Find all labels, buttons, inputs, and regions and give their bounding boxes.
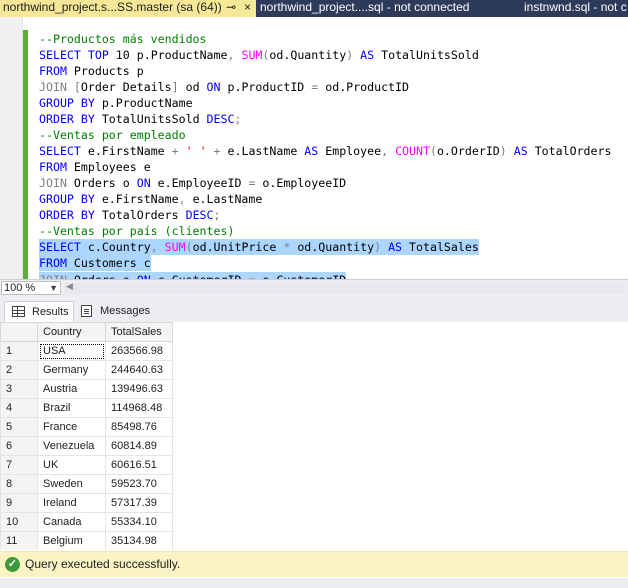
row-number[interactable]: 2 — [0, 360, 38, 380]
cell-totalsales[interactable]: 55334.10 — [105, 512, 173, 532]
code-line: FROM Products p — [39, 64, 144, 78]
table-row[interactable]: 9 Ireland 57317.39 — [0, 493, 173, 513]
results-table: Country TotalSales 1 USA 263566.98 2 German… — [0, 322, 173, 550]
row-number[interactable]: 5 — [0, 417, 38, 437]
tab-label: northwind_project....sql - not connected — [260, 0, 470, 14]
code-area[interactable]: --Productos más vendidos SELECT TOP 10 p… — [39, 31, 611, 279]
code-line: SELECT e.FirstName + ' ' + e.LastName AS… — [39, 144, 612, 158]
code-line: ORDER BY TotalUnitsSold DESC; — [39, 112, 242, 126]
code-line: --Ventas por país (clientes) — [39, 224, 235, 238]
table-row[interactable]: 8 Sweden 59523.70 — [0, 474, 173, 494]
messages-icon — [81, 305, 92, 317]
tab-results[interactable]: Results — [4, 301, 74, 322]
tab-instnwnd[interactable]: instnwnd.sql - not c — [516, 0, 628, 17]
tab-northwind-project-not-connected[interactable]: northwind_project....sql - not connected — [256, 0, 516, 17]
scroll-left-icon[interactable]: ◀ — [66, 281, 73, 292]
code-line: GROUP BY p.ProductName — [39, 96, 193, 110]
row-number[interactable]: 1 — [0, 341, 38, 361]
close-icon[interactable]: × — [244, 0, 251, 15]
cell-country[interactable]: Venezuela — [37, 436, 106, 456]
table-row[interactable]: 7 UK 60616.51 — [0, 455, 173, 475]
code-line: FROM Employees e — [39, 160, 151, 174]
tab-label: northwind_project.s...SS.master (sa (64)… — [3, 0, 222, 14]
cell-country[interactable]: Ireland — [37, 493, 106, 513]
row-number[interactable]: 9 — [0, 493, 38, 513]
row-number[interactable]: 3 — [0, 379, 38, 399]
table-row[interactable]: 3 Austria 139496.63 — [0, 379, 173, 399]
cell-country[interactable]: UK — [37, 455, 106, 475]
column-header-totalsales[interactable]: TotalSales — [105, 322, 173, 342]
cell-country[interactable]: USA — [37, 341, 106, 361]
tab-messages[interactable]: Messages — [78, 301, 154, 322]
code-line: JOIN Orders o ON e.EmployeeID = o.Employ… — [39, 176, 347, 190]
cell-country[interactable]: Germany — [37, 360, 106, 380]
cell-country[interactable]: Brazil — [37, 398, 106, 418]
code-line-selected: SELECT c.Country, SUM(od.UnitPrice * od.… — [39, 239, 479, 255]
document-tab-bar: northwind_project.s...SS.master (sa (64)… — [0, 0, 628, 17]
tab-northwind-project-master[interactable]: northwind_project.s...SS.master (sa (64)… — [0, 0, 256, 17]
cell-totalsales[interactable]: 59523.70 — [105, 474, 173, 494]
row-number-header[interactable] — [0, 322, 38, 342]
cell-totalsales[interactable]: 85498.76 — [105, 417, 173, 437]
table-row[interactable]: 1 USA 263566.98 — [0, 341, 173, 361]
grid-icon — [12, 306, 25, 317]
horizontal-scrollbar[interactable]: ◀ — [64, 281, 624, 294]
row-number[interactable]: 8 — [0, 474, 38, 494]
bottom-strip — [0, 578, 628, 588]
table-row[interactable]: 11 Belgium 35134.98 — [0, 531, 173, 550]
table-row[interactable]: 6 Venezuela 60814.89 — [0, 436, 173, 456]
cell-totalsales[interactable]: 263566.98 — [105, 341, 173, 361]
code-line: SELECT TOP 10 p.ProductName, SUM(od.Quan… — [39, 48, 479, 62]
code-line: --Productos más vendidos — [39, 32, 207, 46]
table-row[interactable]: 5 France 85498.76 — [0, 417, 173, 437]
query-editor[interactable]: --Productos más vendidos SELECT TOP 10 p… — [0, 17, 628, 279]
check-circle-icon: ✓ — [5, 557, 20, 572]
row-number[interactable]: 7 — [0, 455, 38, 475]
editor-zoom-bar: 100 % ▼ ◀ — [0, 279, 628, 296]
code-line: JOIN [Order Details] od ON p.ProductID =… — [39, 80, 409, 94]
results-grid[interactable]: Country TotalSales 1 USA 263566.98 2 German… — [0, 322, 628, 550]
results-tab-bar: Results Messages — [0, 296, 628, 322]
column-header-country[interactable]: Country — [37, 322, 106, 342]
code-line: GROUP BY e.FirstName, e.LastName — [39, 192, 263, 206]
code-line-selected: FROM Customers c — [39, 255, 151, 271]
pin-icon[interactable]: ⊸ — [226, 0, 236, 15]
code-line: ORDER BY TotalOrders DESC; — [39, 208, 221, 222]
cell-totalsales[interactable]: 139496.63 — [105, 379, 173, 399]
cell-totalsales[interactable]: 244640.63 — [105, 360, 173, 380]
cell-country[interactable]: Sweden — [37, 474, 106, 494]
code-line-selected: JOIN Orders o ON c.CustomerID = o.Custom… — [39, 272, 347, 279]
cell-country[interactable]: Canada — [37, 512, 106, 532]
query-status-bar: ✓ Query executed successfully. — [0, 551, 628, 577]
cell-totalsales[interactable]: 60814.89 — [105, 436, 173, 456]
table-header-row: Country TotalSales — [0, 322, 173, 342]
table-row[interactable]: 10 Canada 55334.10 — [0, 512, 173, 532]
table-row[interactable]: 4 Brazil 114968.48 — [0, 398, 173, 418]
zoom-select[interactable]: 100 % ▼ — [1, 281, 61, 295]
row-number[interactable]: 4 — [0, 398, 38, 418]
table-row[interactable]: 2 Germany 244640.63 — [0, 360, 173, 380]
tab-messages-label: Messages — [100, 305, 151, 317]
zoom-value: 100 % — [4, 282, 36, 294]
cell-totalsales[interactable]: 35134.98 — [105, 531, 173, 550]
cell-country[interactable]: France — [37, 417, 106, 437]
dropdown-arrow-icon: ▼ — [49, 283, 58, 293]
code-line: --Ventas por empleado — [39, 128, 186, 142]
cell-totalsales[interactable]: 57317.39 — [105, 493, 173, 513]
row-number[interactable]: 6 — [0, 436, 38, 456]
cell-country[interactable]: Belgium — [37, 531, 106, 550]
tab-label: instnwnd.sql - not c — [524, 0, 627, 14]
tab-results-label: Results — [32, 306, 69, 318]
change-indicator-bar — [23, 30, 28, 279]
editor-gutter — [0, 17, 22, 279]
row-number[interactable]: 11 — [0, 531, 38, 550]
row-number[interactable]: 10 — [0, 512, 38, 532]
cell-totalsales[interactable]: 114968.48 — [105, 398, 173, 418]
cell-totalsales[interactable]: 60616.51 — [105, 455, 173, 475]
status-message: Query executed successfully. — [25, 557, 181, 571]
cell-country[interactable]: Austria — [37, 379, 106, 399]
